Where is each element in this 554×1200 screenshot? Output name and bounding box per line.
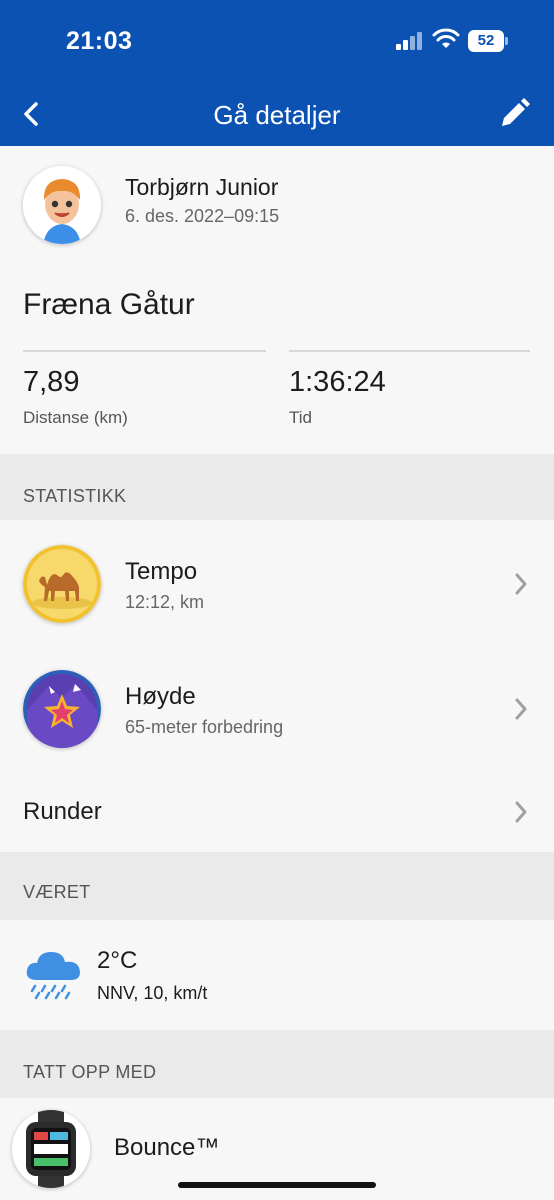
battery-level: 52 bbox=[468, 30, 504, 52]
summary-card: Torbjørn Junior 6. des. 2022–09:15 Fræna… bbox=[0, 146, 554, 454]
list-item-elevation[interactable]: Høyde 65-meter forbedring bbox=[0, 648, 554, 776]
wifi-icon bbox=[432, 28, 460, 48]
status-time: 21:03 bbox=[66, 27, 133, 55]
time-value: 1:36:24 bbox=[289, 366, 386, 398]
page-title: Gå detaljer bbox=[213, 100, 341, 130]
home-indicator[interactable] bbox=[178, 1182, 376, 1188]
camel-icon bbox=[23, 545, 101, 623]
time-label: Tid bbox=[289, 408, 312, 427]
rain-cloud-icon bbox=[26, 952, 80, 1000]
battery-icon: 52 bbox=[468, 30, 508, 52]
mountain-star-icon bbox=[23, 670, 101, 748]
list-item-subtitle: 12:12, km bbox=[125, 592, 205, 612]
activity-date: 6. des. 2022–09:15 bbox=[125, 206, 280, 226]
smartwatch-icon bbox=[12, 1110, 90, 1188]
section-header-recorded: TATT OPP MED bbox=[0, 1030, 554, 1098]
section-header-label: TATT OPP MED bbox=[23, 1062, 157, 1082]
header-bar: 21:03 52 Gå detaljer bbox=[0, 0, 554, 146]
list-item-title: Høyde bbox=[125, 683, 196, 710]
list-item-subtitle: 65-meter forbedring bbox=[125, 717, 284, 737]
statistics-list: Tempo 12:12, km Høyde 65-meter forbedrin… bbox=[0, 520, 554, 852]
weather-temperature: 2°C bbox=[97, 947, 138, 974]
divider bbox=[23, 350, 266, 352]
weather-wind: NNV, 10, km/t bbox=[97, 983, 208, 1003]
chevron-right-icon bbox=[515, 801, 527, 823]
list-item-title: Tempo bbox=[125, 558, 198, 585]
section-header-statistics: STATISTIKK bbox=[0, 454, 554, 520]
section-header-label: STATISTIKK bbox=[23, 486, 127, 506]
chevron-right-icon bbox=[515, 698, 527, 720]
section-header-weather: VÆRET bbox=[0, 852, 554, 920]
list-item-tempo[interactable]: Tempo 12:12, km bbox=[0, 520, 554, 648]
kid-avatar-icon bbox=[23, 166, 101, 244]
edit-pencil-icon[interactable] bbox=[496, 96, 532, 132]
cellular-signal-icon bbox=[396, 32, 424, 50]
distance-value: 7,89 bbox=[23, 366, 80, 398]
device-name: Bounce™ bbox=[114, 1134, 220, 1161]
divider bbox=[289, 350, 530, 352]
list-item-title: Runder bbox=[23, 798, 102, 825]
distance-label: Distanse (km) bbox=[23, 408, 128, 427]
activity-title: Fræna Gåtur bbox=[23, 288, 195, 321]
avatar[interactable] bbox=[23, 166, 101, 244]
weather-card: 2°C NNV, 10, km/t bbox=[0, 920, 554, 1030]
section-header-label: VÆRET bbox=[23, 882, 91, 902]
chevron-right-icon bbox=[515, 573, 527, 595]
profile-name: Torbjørn Junior bbox=[125, 174, 279, 200]
list-item-laps[interactable]: Runder bbox=[0, 776, 554, 852]
